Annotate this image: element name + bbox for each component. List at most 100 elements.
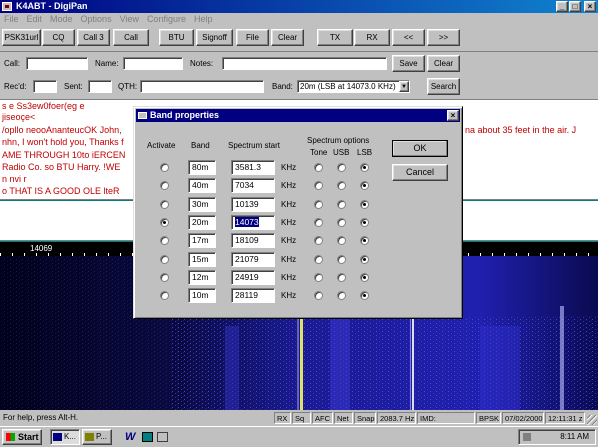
tone-radio[interactable] xyxy=(314,181,323,191)
cq-button[interactable]: CQ xyxy=(42,29,75,46)
lsb-radio[interactable] xyxy=(360,217,369,227)
usb-radio[interactable] xyxy=(337,181,346,191)
menu-configure[interactable]: Configure xyxy=(143,13,190,25)
activate-radio[interactable] xyxy=(160,272,169,282)
dialog-icon xyxy=(138,112,147,119)
search-button[interactable]: Search xyxy=(427,78,460,95)
notes-input[interactable] xyxy=(222,57,387,70)
btu-button[interactable]: BTU xyxy=(159,29,194,46)
menu-help[interactable]: Help xyxy=(190,13,217,25)
clear-log-button[interactable]: Clear xyxy=(427,55,460,72)
tone-radio[interactable] xyxy=(314,199,323,209)
band-field[interactable]: 10m xyxy=(188,288,216,304)
cancel-button[interactable]: Cancel xyxy=(392,164,448,181)
chevron-down-icon[interactable]: ▼ xyxy=(399,81,409,92)
activate-radio[interactable] xyxy=(160,181,169,191)
file-button[interactable]: File xyxy=(236,29,269,46)
dialog-close-button[interactable]: × xyxy=(447,110,459,121)
qth-input[interactable] xyxy=(140,80,264,93)
spectrum-start-field[interactable]: 10139 xyxy=(231,196,275,212)
desktop-icon[interactable] xyxy=(142,432,153,442)
activate-radio[interactable] xyxy=(160,254,169,264)
menu-bar: File Edit Mode Options View Configure Help xyxy=(0,13,598,25)
band-select[interactable]: 20m (LSB at 14073.0 KHz) ▼ xyxy=(297,80,410,93)
tone-radio[interactable] xyxy=(314,236,323,246)
usb-radio[interactable] xyxy=(337,217,346,227)
band-field[interactable]: 40m xyxy=(188,178,216,194)
tone-radio[interactable] xyxy=(314,291,323,301)
minimize-button[interactable]: _ xyxy=(556,1,568,12)
spectrum-start-field[interactable]: 18109 xyxy=(231,233,275,249)
band-field[interactable]: 12m xyxy=(188,269,216,285)
word-icon[interactable]: W xyxy=(125,431,135,443)
usb-radio[interactable] xyxy=(337,272,346,282)
spectrum-start-field[interactable]: 7034 xyxy=(231,178,275,194)
lsb-radio[interactable] xyxy=(360,236,369,246)
activate-radio[interactable] xyxy=(160,236,169,246)
ok-button[interactable]: OK xyxy=(392,140,448,157)
prev-button[interactable]: << xyxy=(392,29,425,46)
start-button[interactable]: Start xyxy=(2,429,42,445)
call-input[interactable] xyxy=(26,57,88,70)
tone-radio[interactable] xyxy=(314,163,323,172)
sent-label: Sent: xyxy=(64,82,83,91)
lsb-radio[interactable] xyxy=(360,272,369,282)
spectrum-start-field[interactable]: 28119 xyxy=(231,288,275,304)
tray-speaker-icon[interactable] xyxy=(523,433,531,441)
spectrum-start-field[interactable]: 21079 xyxy=(231,251,275,267)
menu-options[interactable]: Options xyxy=(77,13,116,25)
band-field[interactable]: 17m xyxy=(188,233,216,249)
tone-radio[interactable] xyxy=(314,217,323,227)
call-button[interactable]: Call xyxy=(113,29,149,46)
khz-unit: KHz xyxy=(281,291,297,301)
band-field[interactable]: 80m xyxy=(188,160,216,175)
menu-view[interactable]: View xyxy=(116,13,143,25)
usb-radio[interactable] xyxy=(337,291,346,301)
tone-radio[interactable] xyxy=(314,272,323,282)
explorer-icon[interactable] xyxy=(157,432,168,442)
lsb-radio[interactable] xyxy=(360,199,369,209)
activate-radio[interactable] xyxy=(160,291,169,301)
activate-radio[interactable] xyxy=(160,163,169,172)
maximize-button[interactable]: □ xyxy=(569,1,581,12)
call3-button[interactable]: Call 3 xyxy=(77,29,110,46)
app-icon xyxy=(2,2,12,11)
usb-radio[interactable] xyxy=(337,163,346,172)
close-button[interactable]: × xyxy=(584,1,596,12)
lsb-radio[interactable] xyxy=(360,181,369,191)
task-digipan[interactable]: K... xyxy=(50,429,80,445)
start-label: Start xyxy=(18,432,39,442)
usb-radio[interactable] xyxy=(337,199,346,209)
tx-button[interactable]: TX xyxy=(317,29,353,46)
spectrum-start-field[interactable]: 3581.3 xyxy=(231,160,275,175)
lsb-radio[interactable] xyxy=(360,163,369,172)
usb-radio[interactable] xyxy=(337,236,346,246)
save-button[interactable]: Save xyxy=(392,55,425,72)
lsb-radio[interactable] xyxy=(360,254,369,264)
notes-label: Notes: xyxy=(190,59,214,68)
menu-edit[interactable]: Edit xyxy=(23,13,47,25)
lsb-radio[interactable] xyxy=(360,291,369,301)
name-input[interactable] xyxy=(123,57,183,70)
task-paint[interactable]: P... xyxy=(82,429,112,445)
tone-radio[interactable] xyxy=(314,254,323,264)
usb-radio[interactable] xyxy=(337,254,346,264)
band-field[interactable]: 15m xyxy=(188,251,216,267)
signoff-button[interactable]: Signoff xyxy=(196,29,233,46)
spectrum-start-field[interactable]: 14073 xyxy=(231,214,275,230)
sent-input[interactable] xyxy=(88,80,112,93)
next-button[interactable]: >> xyxy=(427,29,460,46)
recd-input[interactable] xyxy=(33,80,57,93)
band-field[interactable]: 20m xyxy=(188,214,216,230)
band-field[interactable]: 30m xyxy=(188,196,216,212)
menu-mode[interactable]: Mode xyxy=(46,13,77,25)
clear-button[interactable]: Clear xyxy=(271,29,304,46)
spectrum-start-field[interactable]: 24919 xyxy=(231,269,275,285)
activate-radio[interactable] xyxy=(160,217,169,227)
resize-grip-icon[interactable] xyxy=(587,415,597,425)
psk31url-button[interactable]: PSK31url xyxy=(2,29,41,46)
rx-line: Radio Co. so BTU Harry. !WE xyxy=(2,162,121,172)
menu-file[interactable]: File xyxy=(0,13,23,25)
activate-radio[interactable] xyxy=(160,199,169,209)
rx-button[interactable]: RX xyxy=(354,29,390,46)
